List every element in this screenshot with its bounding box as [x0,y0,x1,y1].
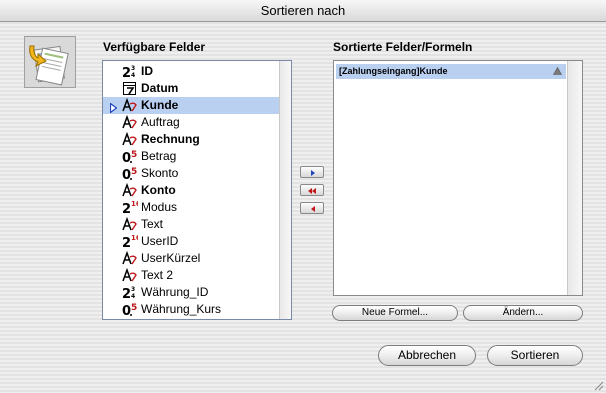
field-name: Kunde [141,98,179,112]
svg-text:0: 0 [122,151,131,164]
field-row[interactable]: 2 3 4 ID [103,63,279,81]
field-row[interactable]: Rechnung [103,131,279,148]
field-name: Währung_ID [141,285,209,299]
new-formula-button[interactable]: Neue Formel... [332,305,458,321]
field-row[interactable]: 0 5 Betrag [103,148,279,166]
field-row[interactable]: 0 5 Währung_Kurs [103,301,279,319]
field-row[interactable]: 216UserID [103,233,279,251]
field-name: Text 2 [141,268,174,282]
field-name: Text [141,217,164,231]
svg-text:16: 16 [131,234,138,242]
field-name: Skonto [141,166,179,180]
field-name: ID [141,64,153,78]
available-fields-scrollbar[interactable] [279,61,291,319]
field-name: Datum [141,81,179,95]
integer-type-icon: 234 [122,285,138,302]
sorted-fields-label: Sortierte Felder/Formeln [333,40,473,54]
field-row[interactable]: Text [103,216,279,233]
longint-type-icon: 216 [122,200,141,217]
field-row[interactable]: 2 3 4 Währung_ID [103,284,279,302]
remove-all-button[interactable] [300,184,324,196]
remove-field-button[interactable] [300,202,324,214]
field-name: Modus [141,200,178,214]
window-title-bar: Sortieren nach [0,0,606,22]
field-row[interactable]: Text 2 [103,267,279,284]
real-type-icon: 05 [122,302,138,319]
field-row[interactable]: 216Modus [103,199,279,217]
svg-text:0: 0 [122,168,131,181]
resize-grip-icon[interactable] [592,379,604,391]
svg-text:5: 5 [131,167,137,177]
add-field-button[interactable] [300,166,324,178]
field-row[interactable]: Auftrag [103,114,279,131]
text-type-icon [122,131,138,147]
date-type-icon [122,81,138,96]
sorted-field-label: [Zahlungseingang]Kunde [339,66,448,76]
svg-text:2: 2 [122,287,131,300]
field-row[interactable]: Konto [103,182,279,199]
field-row[interactable]: Kunde [103,97,279,114]
field-name: Währung_Kurs [141,302,222,316]
text-type-icon [122,182,138,198]
double-arrow-left-icon [308,188,316,194]
arrow-left-icon [311,206,315,212]
cancel-button[interactable]: Abbrechen [378,345,476,366]
real-type-icon: 05 [122,166,138,183]
real-type-icon: 05 [122,149,138,166]
ascending-triangle-icon[interactable] [553,67,562,75]
svg-text:4: 4 [131,72,135,79]
edit-button[interactable]: Ändern... [463,305,583,321]
field-name: UserKürzel [141,251,201,265]
field-name: Betrag [141,149,177,163]
longint-type-icon: 216 [122,234,141,251]
field-name: Auftrag [141,115,180,129]
svg-text:5: 5 [131,303,137,313]
available-fields-list[interactable]: 2 3 4 ID Datum Kunde Auftrag Rechnung 0 5 Betrag 0 5… [102,60,292,320]
svg-text:3: 3 [131,65,135,72]
text-type-icon [122,267,138,283]
svg-text:2: 2 [122,202,131,215]
field-name: Konto [141,183,176,197]
svg-text:0: 0 [122,304,131,317]
sort-documents-icon [24,36,76,88]
text-type-icon [122,216,138,232]
window-title: Sortieren nach [260,3,346,18]
field-row[interactable]: Datum [103,80,279,97]
text-type-icon [122,250,138,266]
sorted-field-row[interactable]: [Zahlungseingang]Kunde [336,64,566,79]
sorted-fields-list[interactable]: [Zahlungseingang]Kunde [333,60,583,296]
field-row[interactable]: 0 5 Skonto [103,165,279,183]
svg-text:3: 3 [131,286,135,293]
arrow-right-icon [311,170,315,176]
svg-text:5: 5 [131,150,137,160]
sort-button[interactable]: Sortieren [487,345,583,366]
text-type-icon [122,97,138,113]
available-fields-label: Verfügbare Felder [103,40,206,54]
svg-text:2: 2 [122,236,131,249]
field-name: UserID [141,234,179,248]
text-type-icon [122,114,138,130]
sorted-fields-scrollbar[interactable] [567,61,582,295]
svg-text:16: 16 [131,200,138,208]
svg-text:2: 2 [122,66,131,79]
field-name: Rechnung [141,132,200,146]
field-row[interactable]: UserKürzel [103,250,279,267]
svg-text:4: 4 [131,293,135,300]
integer-type-icon: 234 [122,64,138,81]
